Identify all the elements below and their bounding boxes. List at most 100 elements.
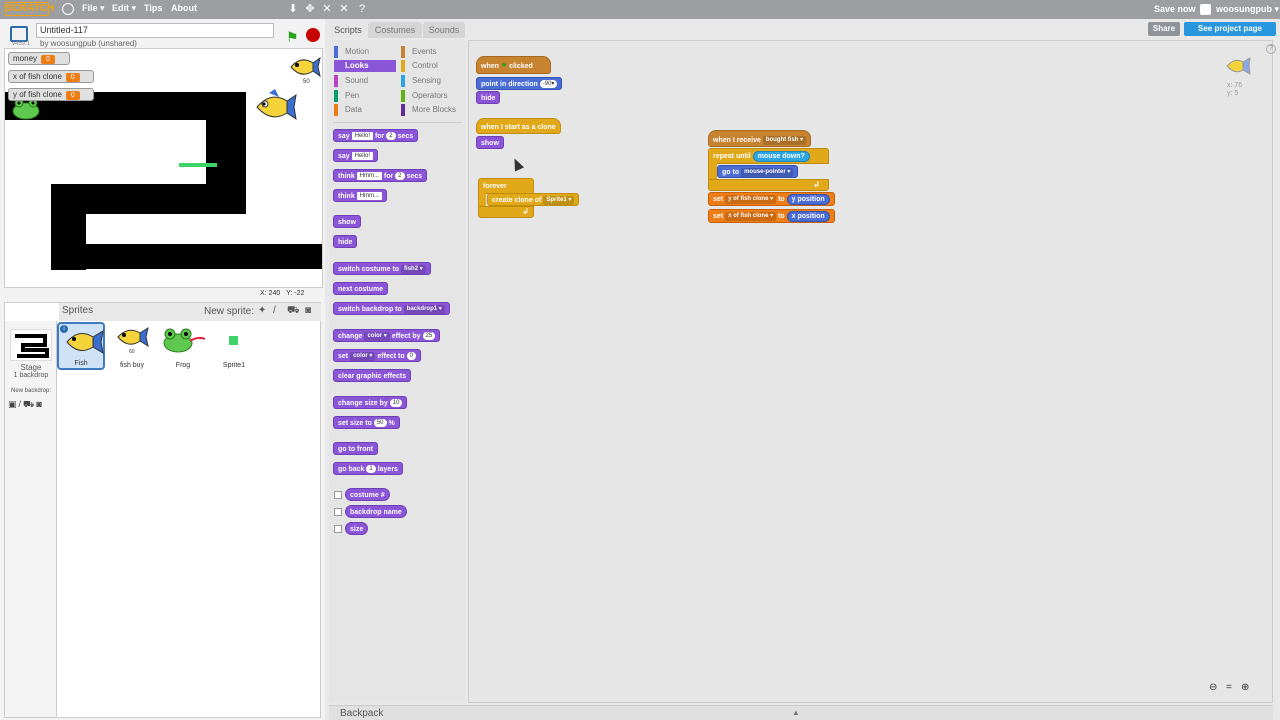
help-icon[interactable]: ?: [356, 2, 368, 16]
menu-file[interactable]: File ▾: [82, 3, 105, 14]
menu-tips[interactable]: Tips: [144, 3, 162, 13]
block-input[interactable]: 25: [422, 332, 436, 341]
palette-backdrop-name-reporter[interactable]: backdrop name: [345, 505, 407, 518]
backpack-bar[interactable]: Backpack ▲: [329, 705, 1273, 720]
block-input[interactable]: 1: [366, 465, 376, 474]
block-dropdown[interactable]: color ▾: [350, 351, 376, 361]
when-flag-clicked-hat[interactable]: when ⚑ clicked: [476, 56, 551, 74]
palette-set-size-block[interactable]: set size to 50 %: [333, 416, 400, 429]
help-icon[interactable]: ?: [1266, 44, 1276, 54]
palette-show-block[interactable]: show: [333, 215, 361, 228]
palette-switch-backdrop-block[interactable]: switch backdrop to backdrop1 ▾: [333, 302, 450, 315]
palette-hide-block[interactable]: hide: [333, 235, 358, 248]
save-now-link[interactable]: Save now: [1154, 4, 1196, 14]
show-block[interactable]: show: [476, 136, 504, 149]
block-dropdown[interactable]: mouse-pointer ▾: [741, 167, 794, 177]
block-input[interactable]: Hmm...: [356, 192, 383, 201]
language-globe-icon[interactable]: [62, 3, 74, 15]
expand-arrow-icon[interactable]: ▲: [792, 708, 800, 717]
grow-icon[interactable]: ✕: [321, 2, 333, 16]
block-dropdown[interactable]: y of fish clone ▾: [725, 194, 777, 204]
block-input[interactable]: 2: [395, 172, 405, 181]
zoom-out-icon[interactable]: ⊖: [1209, 682, 1217, 693]
repeat-until-block-top[interactable]: repeat until mouse down?: [708, 148, 829, 164]
palette-next-costume-block[interactable]: next costume: [333, 282, 389, 295]
category-motion[interactable]: Motion: [334, 46, 394, 58]
category-events[interactable]: Events: [401, 46, 461, 58]
menu-edit[interactable]: Edit ▾: [112, 3, 136, 14]
set-x-of-fish-clone-block[interactable]: set x of fish clone ▾ to x position: [708, 209, 835, 223]
sprite-tile-frog[interactable]: Frog: [159, 322, 207, 370]
category-data[interactable]: Data: [334, 104, 394, 116]
forever-block-top[interactable]: forever: [478, 178, 534, 194]
new-backdrop-tools[interactable]: ▣/⛟◙: [8, 399, 44, 411]
stage-canvas[interactable]: 50: [4, 48, 323, 288]
category-sound[interactable]: Sound: [334, 75, 394, 87]
block-input[interactable]: 2: [386, 132, 396, 141]
stage-thumbnail[interactable]: [10, 329, 52, 361]
block-dropdown[interactable]: fish2 ▾: [401, 264, 426, 274]
palette-switch-costume-block[interactable]: switch costume to fish2 ▾: [333, 262, 431, 275]
palette-say-block[interactable]: say Hello!: [333, 149, 378, 162]
y-position-reporter[interactable]: y position: [786, 194, 830, 205]
tab-sounds[interactable]: Sounds: [423, 22, 465, 38]
hide-block[interactable]: hide: [476, 91, 501, 104]
sprite-tile-sprite1[interactable]: Sprite1: [210, 322, 258, 370]
category-operators[interactable]: Operators: [401, 90, 461, 102]
category-more-blocks[interactable]: More Blocks: [401, 104, 461, 116]
share-button[interactable]: Share: [1148, 22, 1180, 36]
palette-say-for-secs-block[interactable]: say Hello! for 2 secs: [333, 129, 419, 142]
mouse-down-condition[interactable]: mouse down?: [752, 151, 810, 162]
when-i-receive-hat[interactable]: when I receive bought fish ▾: [708, 130, 812, 147]
cut-icon[interactable]: ✥: [304, 2, 316, 16]
block-input[interactable]: 10: [389, 399, 403, 408]
when-i-start-as-clone-hat[interactable]: when I start as a clone: [476, 118, 561, 134]
block-input[interactable]: 0: [406, 352, 416, 361]
block-dropdown[interactable]: backdrop1 ▾: [403, 304, 445, 314]
category-sensing[interactable]: Sensing: [401, 75, 461, 87]
user-menu[interactable]: woosungpub ▾: [1216, 4, 1279, 15]
zoom-in-icon[interactable]: ⊕: [1241, 682, 1249, 693]
costume-number-checkbox[interactable]: [334, 491, 342, 499]
zoom-reset-icon[interactable]: =: [1226, 682, 1232, 693]
palette-change-effect-block[interactable]: change color ▾ effect by 25: [333, 329, 441, 342]
go-to-block[interactable]: go to mouse-pointer ▾: [717, 165, 799, 178]
block-dropdown[interactable]: Sprite1 ▾: [543, 195, 575, 205]
scripts-area[interactable]: [468, 40, 1273, 703]
palette-set-effect-block[interactable]: set color ▾ effect to 0: [333, 349, 421, 362]
block-input[interactable]: Hmm...: [356, 172, 383, 181]
upload-sprite-icon[interactable]: ⛟: [287, 305, 300, 318]
palette-go-to-front-block[interactable]: go to front: [333, 442, 378, 455]
create-clone-block[interactable]: create clone of Sprite1 ▾: [487, 193, 580, 206]
set-y-of-fish-clone-block[interactable]: set y of fish clone ▾ to y position: [708, 192, 835, 206]
scratch-logo[interactable]: SCRATCH: [5, 2, 54, 16]
backdrop-name-checkbox[interactable]: [334, 508, 342, 516]
palette-think-block[interactable]: think Hmm...: [333, 189, 388, 202]
palette-size-reporter[interactable]: size: [345, 522, 369, 535]
tab-scripts[interactable]: Scripts: [329, 22, 367, 38]
sprite-tile-fish[interactable]: i Fish: [57, 322, 105, 370]
shrink-icon[interactable]: ✕: [338, 2, 350, 16]
palette-go-back-layers-block[interactable]: go back 1 layers: [333, 462, 403, 475]
x-position-reporter[interactable]: x position: [786, 211, 830, 222]
category-pen[interactable]: Pen: [334, 90, 394, 102]
point-in-direction-block[interactable]: point in direction -90▾: [476, 77, 563, 90]
choose-sprite-library-icon[interactable]: ✦: [258, 305, 266, 316]
duplicate-icon[interactable]: ⬇: [287, 2, 299, 16]
palette-change-size-block[interactable]: change size by 10: [333, 396, 408, 409]
stop-sign-icon[interactable]: [306, 28, 320, 42]
camera-sprite-icon[interactable]: ◙: [305, 305, 311, 316]
block-input[interactable]: Hello!: [351, 132, 373, 141]
block-input[interactable]: 50: [373, 419, 387, 428]
paint-sprite-icon[interactable]: /: [273, 305, 276, 316]
green-flag-icon[interactable]: ⚑: [286, 29, 299, 46]
palette-think-for-secs-block[interactable]: think Hmm... for 2 secs: [333, 169, 428, 182]
category-looks[interactable]: Looks: [334, 60, 396, 72]
palette-clear-effects-block[interactable]: clear graphic effects: [333, 369, 412, 382]
menu-about[interactable]: About: [171, 3, 197, 13]
size-checkbox[interactable]: [334, 525, 342, 533]
sprite-tile-fish-buy[interactable]: 60 fish buy: [108, 322, 156, 370]
category-control[interactable]: Control: [401, 60, 461, 72]
tab-costumes[interactable]: Costumes: [368, 22, 422, 38]
block-dropdown[interactable]: bought fish ▾: [762, 135, 807, 145]
